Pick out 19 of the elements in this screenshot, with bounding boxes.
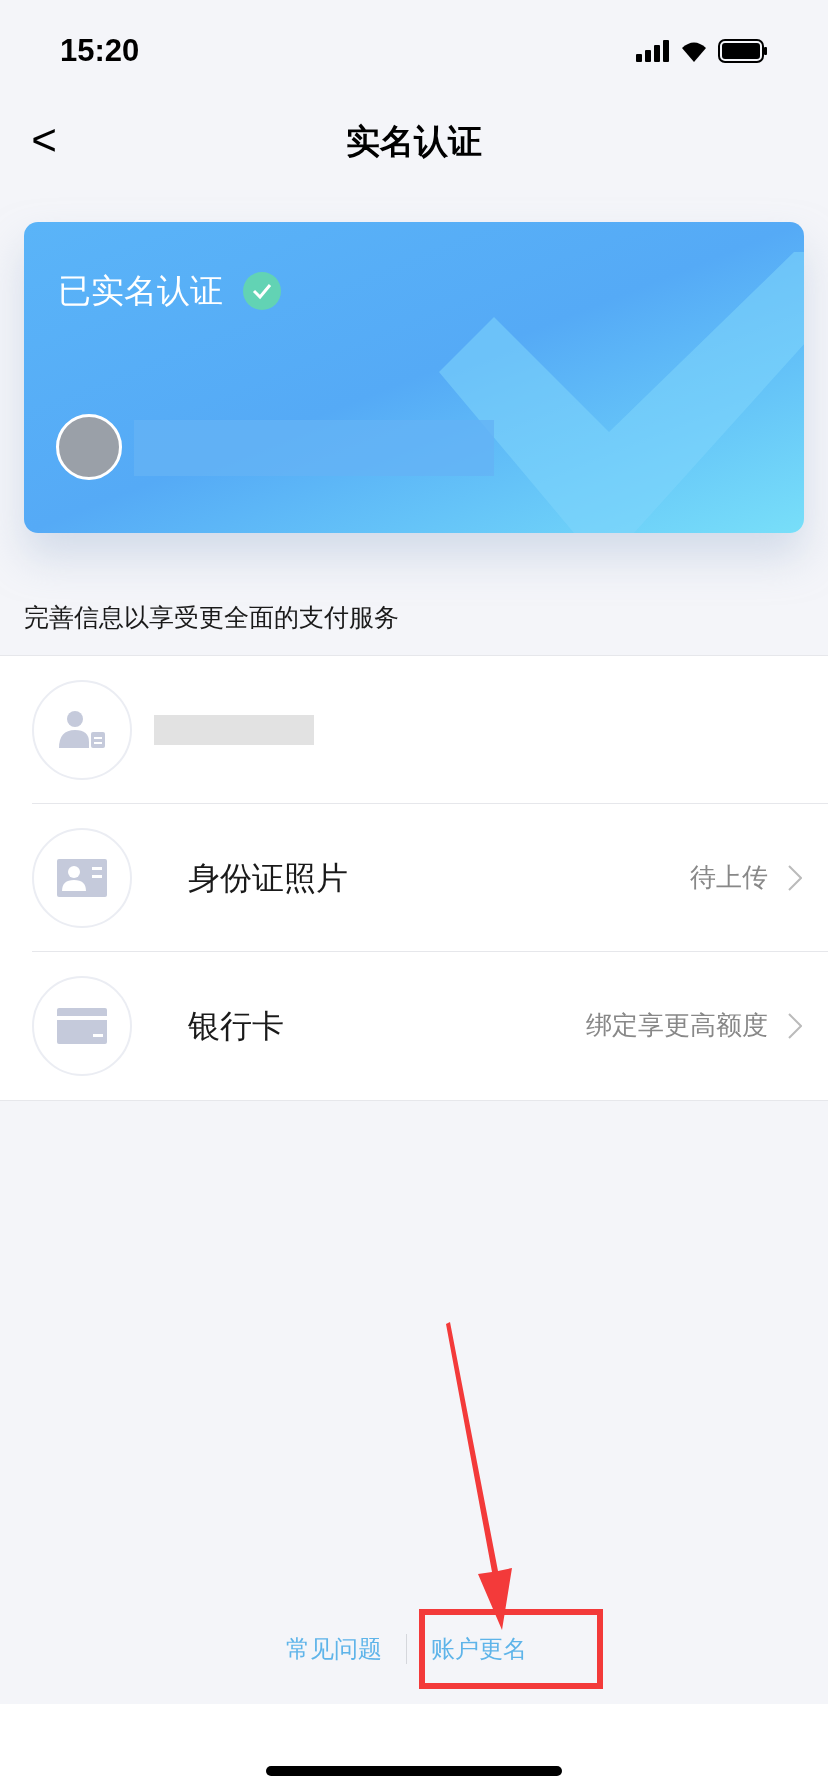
back-button[interactable]: <: [26, 116, 62, 164]
chevron-right-icon: [788, 864, 802, 891]
verified-status: 已实名认证: [58, 271, 223, 311]
row-title: 银行卡: [188, 1006, 284, 1046]
chevron-right-icon: [788, 1012, 802, 1039]
row-value: 绑定享更高额度: [586, 1009, 768, 1042]
battery-icon: [718, 39, 768, 63]
list-row[interactable]: 银行卡 绑定享更高额度: [0, 951, 828, 1100]
user-card-icon: [59, 709, 105, 750]
row-title: 身份证照片: [188, 858, 348, 898]
list-row[interactable]: 身份证照片 待上传: [0, 803, 828, 952]
signal-icon: [636, 40, 670, 62]
id-card-icon: [57, 858, 107, 897]
row-value: 待上传: [690, 861, 768, 894]
page-title: 实名认证: [346, 120, 482, 162]
bank-card-icon: [57, 1007, 107, 1044]
wifi-icon: [680, 40, 708, 62]
section-hint: 完善信息以享受更全面的支付服务: [23, 602, 400, 633]
status-time: 15:20: [60, 31, 140, 70]
